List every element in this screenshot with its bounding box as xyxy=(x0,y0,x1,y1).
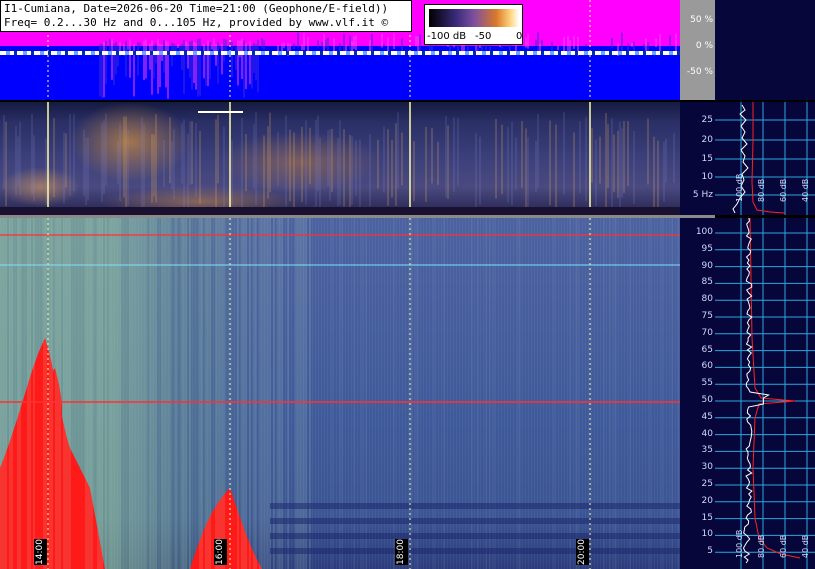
efield-profile-panel: 100 dB 80 dB 60 dB 40 dB xyxy=(715,218,815,569)
time-label-2000: 20:00 xyxy=(576,539,589,565)
amplitude-side-panel xyxy=(715,0,815,100)
geo-side-label-80: 80 dB xyxy=(757,178,766,202)
geo-tick-15: 15 xyxy=(701,154,713,164)
efield-side-label-80: 80 dB xyxy=(757,534,766,558)
colorbar-max-label: 0 xyxy=(516,31,523,42)
colorbar-gradient xyxy=(429,9,519,27)
efield-side-label-40: 40 dB xyxy=(801,534,810,558)
efield-tick-20: 20 xyxy=(701,495,713,506)
efield-tick-60: 60 xyxy=(701,361,713,372)
geophone-spectrogram xyxy=(0,102,680,215)
geo-tick-25: 25 xyxy=(701,115,713,125)
efield-tick-55: 55 xyxy=(701,378,713,389)
efield-tick-95: 95 xyxy=(701,243,713,254)
header-line-2: Freq= 0.2...30 Hz and 0...105 Hz, provid… xyxy=(4,16,389,29)
efield-tick-35: 35 xyxy=(701,445,713,456)
time-label-1400: 14:00 xyxy=(34,539,47,565)
header-line-1: I1-Cumiana, Date=2026-06-20 Time=21:00 (… xyxy=(4,2,389,15)
efield-tick-30: 30 xyxy=(701,462,713,473)
efield-spectrogram: 14:00 16:00 18:00 20:00 xyxy=(0,218,680,569)
efield-tick-70: 70 xyxy=(701,327,713,338)
geophone-spectrogram-texture xyxy=(0,102,680,215)
time-label-1600: 16:00 xyxy=(214,539,227,565)
geo-tick-10: 10 xyxy=(701,172,713,182)
amp-tick-neg50: -50 % xyxy=(686,67,713,77)
amp-tick-0: 0 % xyxy=(695,41,713,51)
colorbar-mid-label: -50 xyxy=(475,31,492,42)
efield-side-label-60: 60 dB xyxy=(779,534,788,558)
colorbar-legend: -100 dB -50 0 xyxy=(424,4,523,45)
time-label-1800: 18:00 xyxy=(395,539,408,565)
efield-tick-50: 50 xyxy=(701,395,713,405)
efield-tick-65: 65 xyxy=(701,344,713,355)
amplitude-axis: 50 % 0 % -50 % xyxy=(680,0,715,100)
efield-tick-100: 100 xyxy=(695,227,713,237)
geo-tick-5: 5 Hz xyxy=(692,190,713,200)
colorbar-min-label: -100 dB xyxy=(427,31,467,42)
amp-tick-50: 50 % xyxy=(690,15,713,25)
efield-tick-10: 10 xyxy=(701,529,713,540)
amplitude-zero-line xyxy=(0,51,680,55)
geo-side-label-60: 60 dB xyxy=(779,178,788,202)
efield-spectrogram-texture xyxy=(0,218,680,569)
efield-tick-45: 45 xyxy=(701,411,713,422)
geophone-frequency-axis: 25 20 15 10 5 Hz xyxy=(680,102,715,215)
efield-tick-15: 15 xyxy=(701,512,713,523)
geo-side-label-40: 40 dB xyxy=(801,178,810,202)
efield-tick-5: 5 xyxy=(707,546,713,557)
geo-side-label-100: 100 dB xyxy=(735,173,744,202)
efield-tick-90: 90 xyxy=(701,260,713,271)
geophone-profile-panel: 100 dB 80 dB 60 dB 40 dB xyxy=(715,102,815,215)
geo-tick-20: 20 xyxy=(701,135,713,145)
header-info-box: I1-Cumiana, Date=2026-06-20 Time=21:00 (… xyxy=(0,0,412,32)
efield-tick-80: 80 xyxy=(701,294,713,305)
efield-tick-85: 85 xyxy=(701,277,713,288)
efield-side-label-100: 100 dB xyxy=(735,529,744,558)
efield-tick-25: 25 xyxy=(701,479,713,489)
efield-profile-plot xyxy=(715,218,815,569)
efield-frequency-axis: 100 95 90 85 80 75 70 65 60 55 50 45 40 35 30 25 20 15 10 5 xyxy=(680,218,715,569)
efield-tick-75: 75 xyxy=(701,311,713,321)
efield-tick-40: 40 xyxy=(701,428,713,439)
